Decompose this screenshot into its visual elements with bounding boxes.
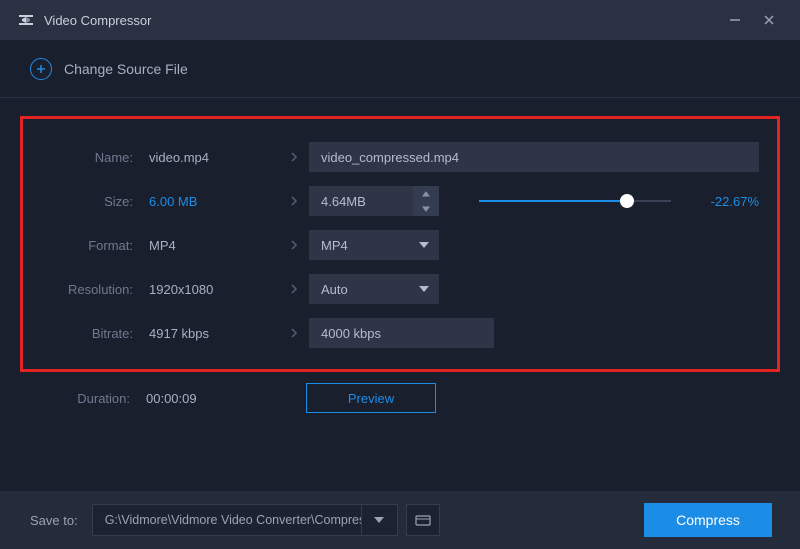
window-title: Video Compressor xyxy=(44,13,151,28)
close-button[interactable] xyxy=(752,0,786,40)
resolution-label: Resolution: xyxy=(41,282,133,297)
output-name-input[interactable] xyxy=(309,142,759,172)
source-size: 6.00 MB xyxy=(149,194,279,209)
source-name: video.mp4 xyxy=(149,150,279,165)
change-source-bar[interactable]: Change Source File xyxy=(0,40,800,98)
output-bitrate-input[interactable] xyxy=(309,318,494,348)
output-format-value: MP4 xyxy=(321,238,419,253)
chevron-down-icon xyxy=(419,242,429,248)
output-size-input[interactable] xyxy=(309,186,413,216)
footer: Save to: G:\Vidmore\Vidmore Video Conver… xyxy=(0,491,800,549)
folder-icon xyxy=(415,514,431,526)
compress-button[interactable]: Compress xyxy=(644,503,772,537)
highlighted-settings-frame: Name: video.mp4 Size: 6.00 MB xyxy=(20,116,780,372)
chevron-down-icon xyxy=(374,517,384,523)
plus-circle-icon xyxy=(30,58,52,80)
open-folder-button[interactable] xyxy=(406,504,440,536)
size-reduction-percent: -22.67% xyxy=(691,194,759,209)
output-resolution-value: Auto xyxy=(321,282,419,297)
row-duration: Duration: 00:00:09 Preview xyxy=(20,376,780,420)
chevron-right-icon xyxy=(279,282,309,296)
format-label: Format: xyxy=(41,238,133,253)
duration-label: Duration: xyxy=(38,391,130,406)
chevron-right-icon xyxy=(279,326,309,340)
save-path-box: G:\Vidmore\Vidmore Video Converter\Compr… xyxy=(92,504,398,536)
source-format: MP4 xyxy=(149,238,279,253)
row-size: Size: 6.00 MB -22.67% xyxy=(41,179,759,223)
chevron-right-icon xyxy=(279,194,309,208)
minimize-button[interactable] xyxy=(718,0,752,40)
source-bitrate: 4917 kbps xyxy=(149,326,279,341)
source-resolution: 1920x1080 xyxy=(149,282,279,297)
output-resolution-select[interactable]: Auto xyxy=(309,274,439,304)
titlebar: Video Compressor xyxy=(0,0,800,40)
name-label: Name: xyxy=(41,150,133,165)
chevron-right-icon xyxy=(279,150,309,164)
save-path-dropdown[interactable] xyxy=(361,505,397,535)
save-to-label: Save to: xyxy=(30,513,78,528)
chevron-right-icon xyxy=(279,238,309,252)
row-name: Name: video.mp4 xyxy=(41,135,759,179)
row-format: Format: MP4 MP4 xyxy=(41,223,759,267)
size-step-up[interactable] xyxy=(413,186,439,201)
output-size-stepper[interactable] xyxy=(309,186,439,216)
row-bitrate: Bitrate: 4917 kbps xyxy=(41,311,759,355)
output-format-select[interactable]: MP4 xyxy=(309,230,439,260)
size-slider[interactable] xyxy=(479,199,671,203)
preview-button[interactable]: Preview xyxy=(306,383,436,413)
source-duration: 00:00:09 xyxy=(146,391,276,406)
row-resolution: Resolution: 1920x1080 Auto xyxy=(41,267,759,311)
save-path-text: G:\Vidmore\Vidmore Video Converter\Compr… xyxy=(93,513,361,527)
change-source-label: Change Source File xyxy=(64,61,188,77)
chevron-down-icon xyxy=(419,286,429,292)
bitrate-label: Bitrate: xyxy=(41,326,133,341)
size-label: Size: xyxy=(41,194,133,209)
size-step-down[interactable] xyxy=(413,201,439,216)
app-logo-icon xyxy=(18,12,34,28)
